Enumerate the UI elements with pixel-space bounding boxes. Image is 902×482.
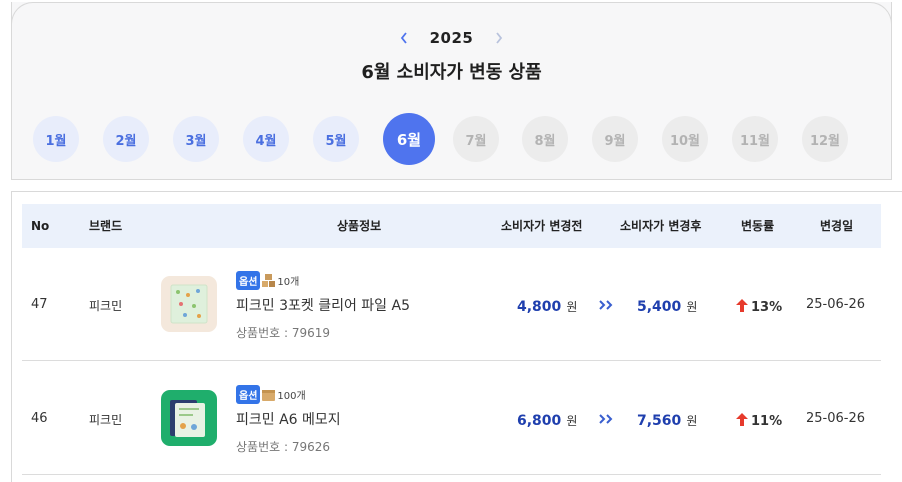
row-number: 46 xyxy=(31,411,48,426)
arrow-up-icon xyxy=(736,413,748,426)
month-tab-12[interactable]: 12월 xyxy=(802,116,848,162)
col-header-date: 변경일 xyxy=(820,219,854,233)
option-line: 옵션 10개 xyxy=(236,270,299,290)
box-icon xyxy=(262,390,276,401)
table-header: No 브랜드 상품정보 소비자가 변경전 소비자가 변경후 변동률 변경일 xyxy=(22,204,881,248)
price-before: 6,800 원 xyxy=(517,413,578,429)
prev-year-button[interactable] xyxy=(394,28,414,48)
product-code: 상품번호 : 79626 xyxy=(236,440,331,454)
product-thumbnail[interactable] xyxy=(161,276,217,332)
month-tabs: 1월 2월 3월 4월 5월 6월 7월 8월 9월 10월 11월 12월 xyxy=(33,113,873,165)
year-navigator: 2025 xyxy=(12,25,891,51)
chevron-left-icon xyxy=(400,32,407,44)
month-selector-panel: 2025 6월 소비자가 변동 상품 1월 2월 3월 4월 5월 6월 7월 … xyxy=(11,2,892,180)
change-rate: 13% xyxy=(736,296,782,315)
table-row[interactable]: 46 피크민 옵션 100개 피크민 A6 메모지 상품번호 : 79626 6,… xyxy=(22,362,881,475)
brand-name: 피크민 xyxy=(89,413,123,427)
price-before: 4,800 원 xyxy=(517,299,578,315)
next-year-button[interactable] xyxy=(489,28,509,48)
row-number: 47 xyxy=(31,297,48,312)
month-tab-9[interactable]: 9월 xyxy=(592,116,638,162)
double-chevron-right-icon xyxy=(599,414,613,424)
change-date: 25-06-26 xyxy=(806,411,866,426)
product-name[interactable]: 피크민 3포켓 클리어 파일 A5 xyxy=(236,295,410,315)
month-tab-4[interactable]: 4월 xyxy=(243,116,289,162)
product-thumbnail[interactable] xyxy=(161,390,217,446)
option-badge: 옵션 xyxy=(236,385,261,404)
col-header-brand: 브랜드 xyxy=(89,219,123,233)
month-tab-1[interactable]: 1월 xyxy=(33,116,79,162)
month-tab-8[interactable]: 8월 xyxy=(522,116,568,162)
change-rate: 11% xyxy=(736,410,782,429)
change-date: 25-06-26 xyxy=(806,297,866,312)
arrow-up-icon xyxy=(736,299,748,312)
month-tab-7[interactable]: 7월 xyxy=(453,116,499,162)
month-tab-3[interactable]: 3월 xyxy=(173,116,219,162)
brand-name: 피크민 xyxy=(89,299,123,313)
price-after: 5,400 원 xyxy=(637,299,698,315)
option-badge: 옵션 xyxy=(236,271,261,290)
year-label: 2025 xyxy=(429,29,474,47)
option-quantity: 10개 xyxy=(277,277,300,288)
price-after: 7,560 원 xyxy=(637,413,698,429)
page-title: 6월 소비자가 변동 상품 xyxy=(361,62,542,83)
month-tab-11[interactable]: 11월 xyxy=(732,116,778,162)
col-header-no: No xyxy=(31,219,50,233)
double-chevron-right-icon xyxy=(599,300,613,310)
option-line: 옵션 100개 xyxy=(236,384,306,404)
box-stack-icon xyxy=(262,274,276,287)
product-code: 상품번호 : 79619 xyxy=(236,326,331,340)
col-header-rate: 변동률 xyxy=(741,219,775,233)
col-header-before: 소비자가 변경전 xyxy=(501,219,583,233)
col-header-product: 상품정보 xyxy=(337,219,382,233)
month-tab-5[interactable]: 5월 xyxy=(313,116,359,162)
option-quantity: 100개 xyxy=(277,391,306,402)
month-tab-10[interactable]: 10월 xyxy=(662,116,708,162)
product-name[interactable]: 피크민 A6 메모지 xyxy=(236,409,341,429)
price-change-table: No 브랜드 상품정보 소비자가 변경전 소비자가 변경후 변동률 변경일 47… xyxy=(11,191,902,482)
table-row[interactable]: 47 피크민 옵션 10개 피크민 3포켓 클리어 파일 A5 상품번호 : 79… xyxy=(22,248,881,361)
col-header-after: 소비자가 변경후 xyxy=(620,219,702,233)
month-tab-2[interactable]: 2월 xyxy=(103,116,149,162)
chevron-right-icon xyxy=(496,32,503,44)
month-tab-6[interactable]: 6월 xyxy=(383,113,435,165)
